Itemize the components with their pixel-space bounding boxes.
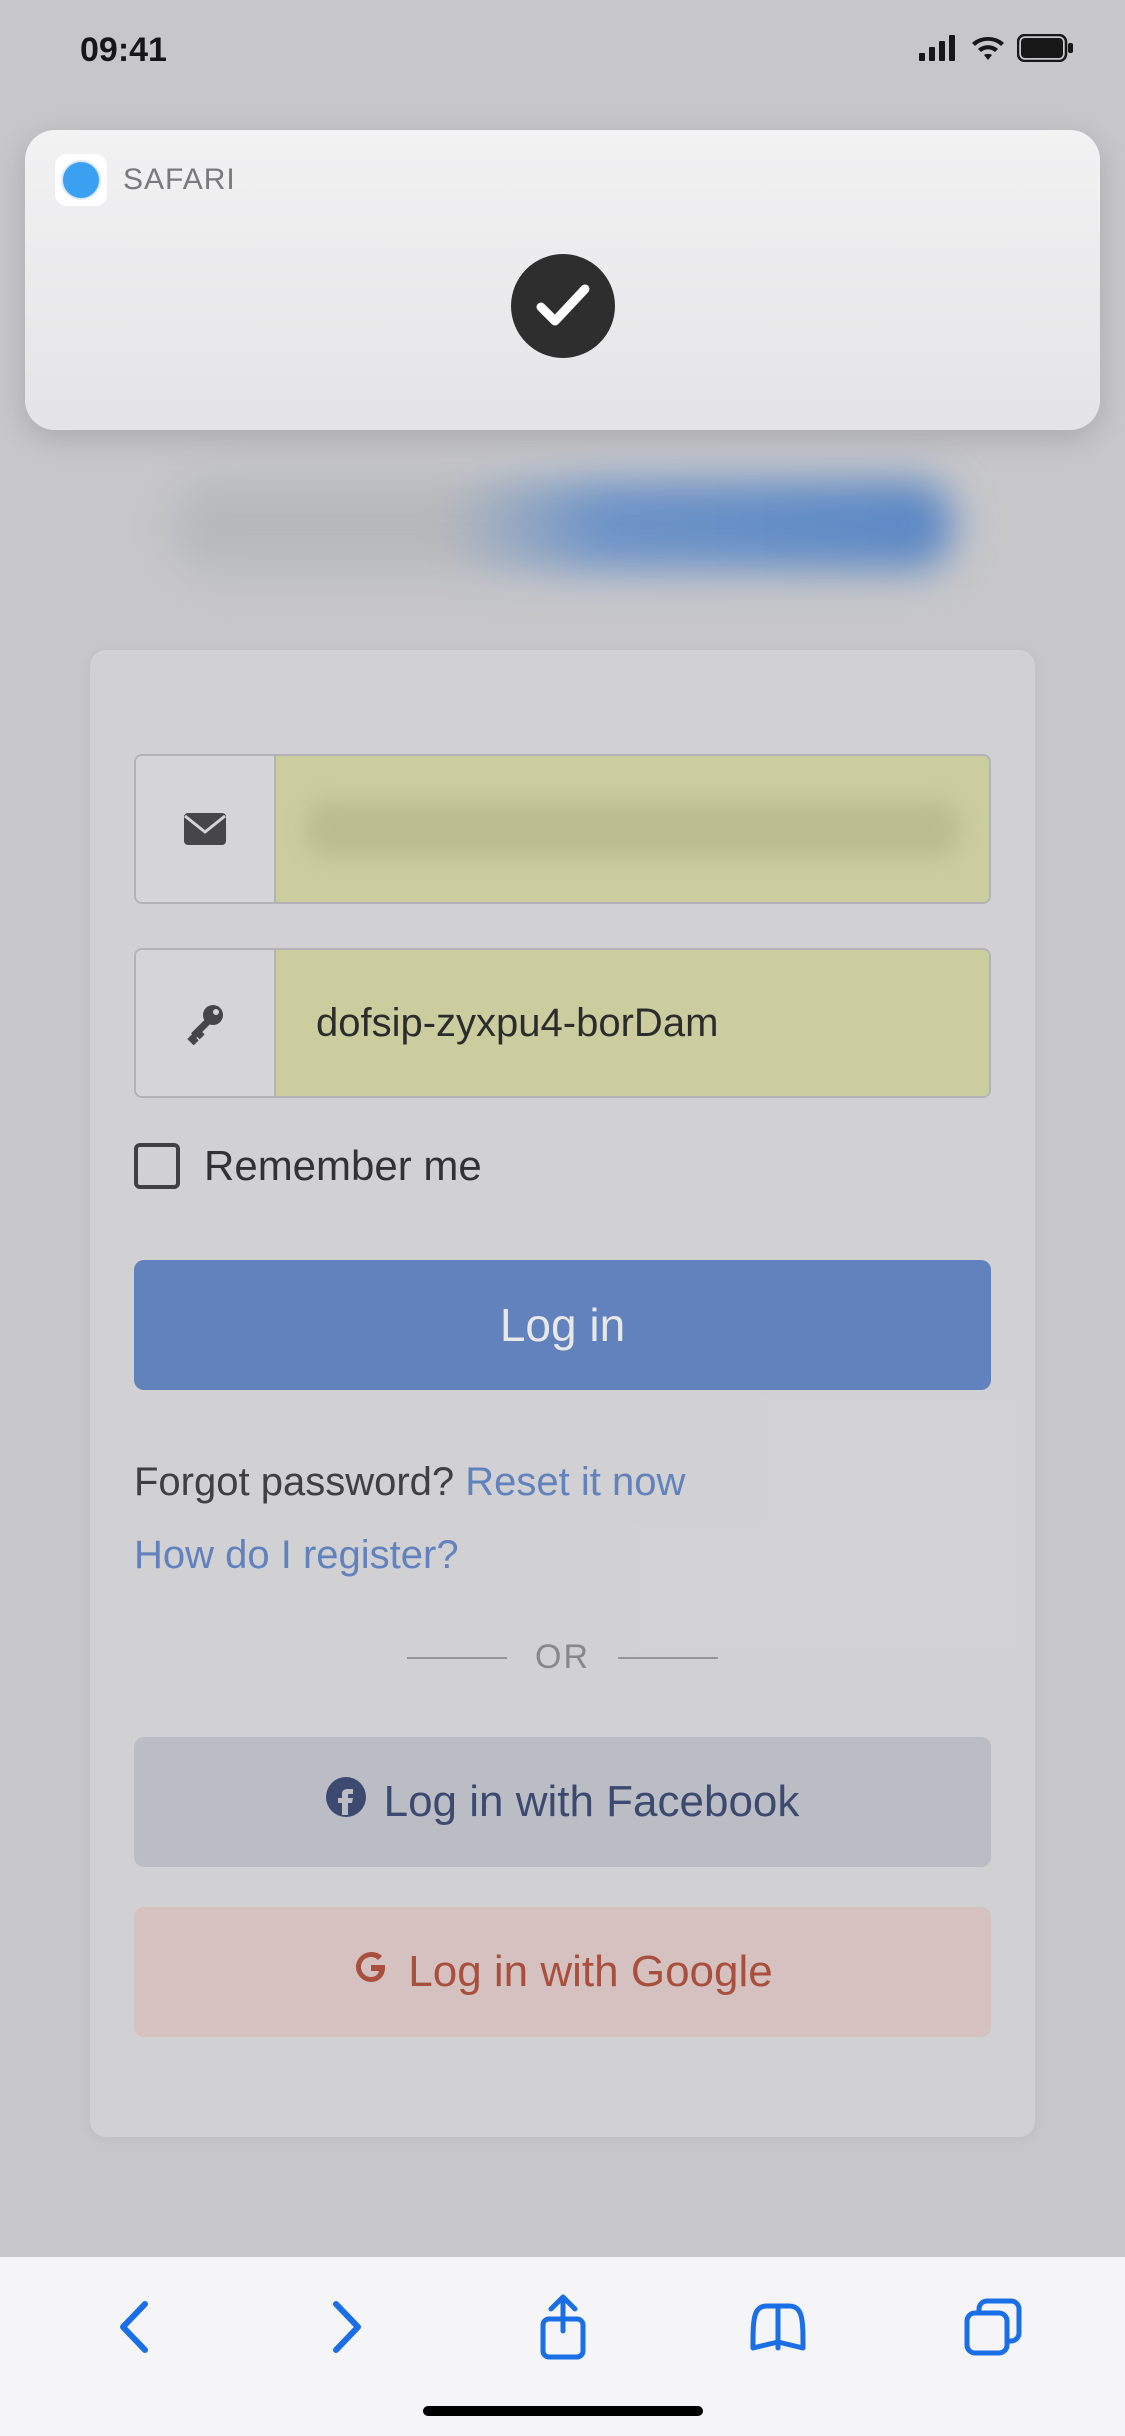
forward-button[interactable] bbox=[308, 2287, 388, 2367]
google-icon bbox=[352, 1947, 390, 1997]
key-icon bbox=[136, 950, 276, 1096]
facebook-login-button[interactable]: Log in with Facebook bbox=[134, 1737, 991, 1867]
remember-checkbox[interactable] bbox=[134, 1143, 180, 1189]
checkmark-icon bbox=[511, 254, 615, 358]
share-button[interactable] bbox=[523, 2287, 603, 2367]
remember-row[interactable]: Remember me bbox=[134, 1142, 991, 1190]
email-icon bbox=[136, 756, 276, 902]
login-button-label: Log in bbox=[500, 1298, 625, 1352]
remember-label: Remember me bbox=[204, 1142, 482, 1190]
tabs-button[interactable] bbox=[953, 2287, 1033, 2367]
notification-banner[interactable]: SAFARI bbox=[25, 130, 1100, 430]
back-button[interactable] bbox=[93, 2287, 173, 2367]
forgot-text: Forgot password? bbox=[134, 1460, 465, 1504]
facebook-button-label: Log in with Facebook bbox=[384, 1777, 800, 1827]
google-button-label: Log in with Google bbox=[408, 1947, 772, 1997]
register-link[interactable]: How do I register? bbox=[134, 1533, 459, 1577]
password-row[interactable]: dofsip-zyxpu4-borDam bbox=[134, 948, 991, 1098]
register-line: How do I register? bbox=[134, 1533, 991, 1578]
notification-header: SAFARI bbox=[55, 154, 1070, 206]
email-row[interactable] bbox=[134, 754, 991, 904]
login-card: dofsip-zyxpu4-borDam Remember me Log in … bbox=[90, 650, 1035, 2137]
notification-app-name: SAFARI bbox=[123, 163, 236, 197]
password-field[interactable]: dofsip-zyxpu4-borDam bbox=[276, 950, 989, 1096]
email-field[interactable] bbox=[276, 756, 989, 902]
home-indicator[interactable] bbox=[423, 2406, 703, 2416]
site-logo-blurred bbox=[173, 480, 953, 570]
notification-body bbox=[55, 206, 1070, 406]
facebook-icon bbox=[326, 1777, 366, 1828]
safari-app-icon bbox=[55, 154, 107, 206]
or-divider: OR bbox=[134, 1638, 991, 1677]
divider-line-left bbox=[407, 1657, 507, 1659]
password-value: dofsip-zyxpu4-borDam bbox=[316, 1001, 718, 1046]
login-button[interactable]: Log in bbox=[134, 1260, 991, 1390]
divider-line-right bbox=[618, 1657, 718, 1659]
google-login-button[interactable]: Log in with Google bbox=[134, 1907, 991, 2037]
bookmarks-button[interactable] bbox=[738, 2287, 818, 2367]
reset-link[interactable]: Reset it now bbox=[465, 1460, 685, 1504]
forgot-line: Forgot password? Reset it now bbox=[134, 1460, 991, 1505]
divider-text: OR bbox=[535, 1638, 590, 1677]
